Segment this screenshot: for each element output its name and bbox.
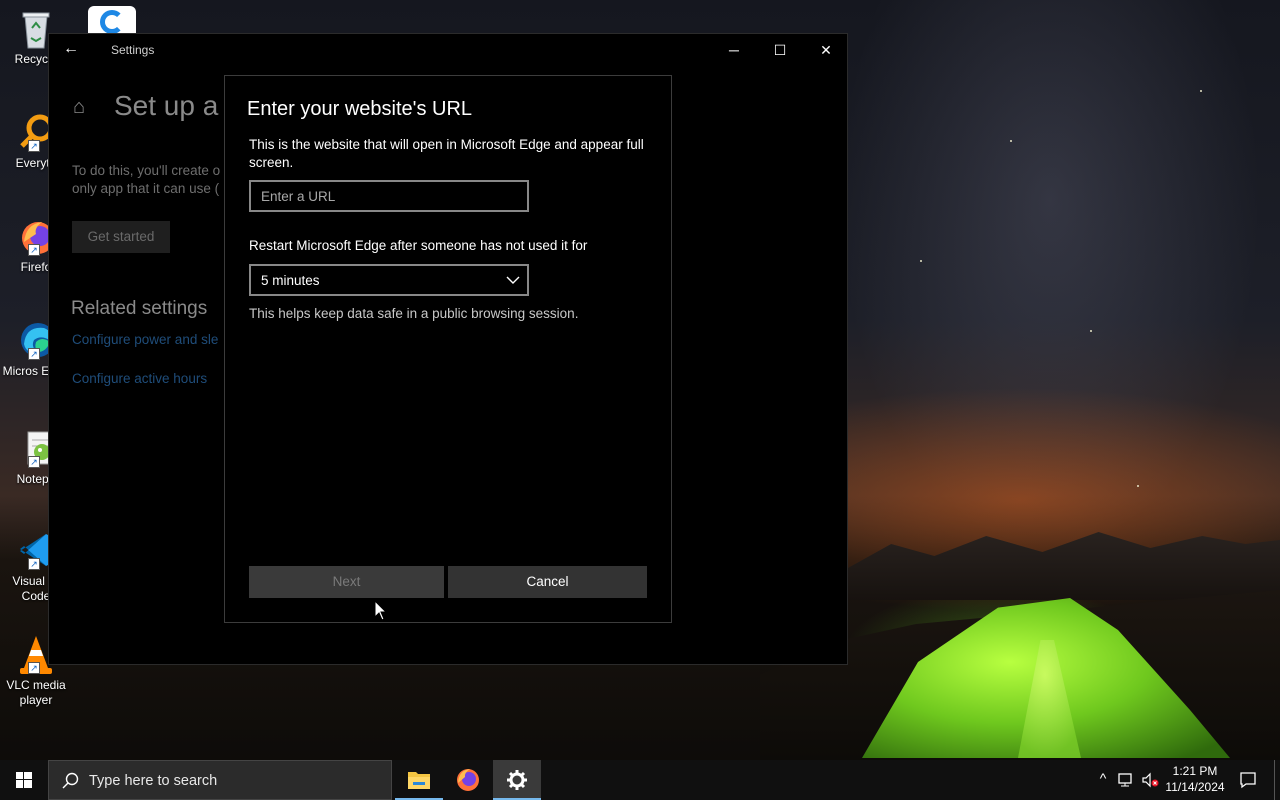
shortcut-arrow-icon: ↗ (28, 244, 40, 256)
wallpaper-star (1137, 485, 1139, 487)
taskbar-file-explorer[interactable] (395, 760, 443, 800)
restart-timeout-dropdown[interactable]: 5 minutes (249, 264, 529, 296)
desktop-icon-label: VLC media player (6, 678, 66, 707)
clock-time: 1:21 PM (1172, 764, 1218, 778)
network-icon[interactable] (1116, 770, 1136, 790)
file-explorer-icon (408, 772, 430, 789)
wallpaper-star (1010, 140, 1012, 142)
close-button[interactable]: ✕ (803, 34, 849, 66)
start-button[interactable] (0, 760, 48, 800)
window-title: Settings (111, 43, 155, 57)
configure-active-hours-link[interactable]: Configure active hours (72, 371, 207, 386)
url-input[interactable] (249, 180, 529, 212)
shortcut-arrow-icon: ↗ (28, 662, 40, 674)
taskbar-clock[interactable]: 1:21 PM 11/14/2024 (1160, 763, 1230, 795)
wallpaper-star (920, 260, 922, 262)
show-hidden-icons-chevron-up-icon[interactable]: ^ (1093, 770, 1113, 790)
taskbar-search-box[interactable]: Type here to search (48, 760, 392, 800)
mouse-cursor-icon (374, 600, 388, 621)
dialog-description: This is the website that will open in Mi… (249, 137, 644, 170)
shortcut-arrow-icon: ↗ (28, 140, 40, 152)
search-placeholder: Type here to search (89, 773, 218, 789)
volume-muted-icon[interactable] (1140, 770, 1160, 790)
wallpaper-star (1090, 330, 1092, 332)
kiosk-url-dialog: Enter your website's URL This is the web… (224, 75, 672, 623)
home-icon[interactable]: ⌂ (73, 96, 85, 119)
app-c-icon (100, 10, 124, 34)
taskbar-settings[interactable] (493, 760, 541, 800)
settings-titlebar: ← Settings ─ ☐ ✕ (49, 34, 847, 66)
action-center-notification-icon[interactable] (1238, 770, 1258, 790)
page-description-line: To do this, you'll create o (72, 163, 221, 178)
taskbar: Type here to search ^ 1:21 PM 11/14/2024 (0, 760, 1280, 800)
clock-date: 11/14/2024 (1165, 780, 1225, 794)
next-button[interactable]: Next (249, 566, 444, 598)
cancel-button[interactable]: Cancel (448, 566, 647, 598)
related-settings-heading: Related settings (71, 298, 208, 319)
wallpaper-star (1200, 90, 1202, 92)
firefox-icon (457, 769, 479, 791)
configure-power-link[interactable]: Configure power and sle (72, 332, 224, 347)
taskbar-firefox[interactable] (444, 760, 492, 800)
page-description: To do this, you'll create o only app tha… (72, 162, 232, 198)
dialog-title: Enter your website's URL (247, 98, 473, 120)
show-desktop-button[interactable] (1274, 760, 1280, 800)
get-started-button[interactable]: Get started (72, 221, 170, 253)
minimize-button[interactable]: ─ (711, 34, 757, 66)
help-text: This helps keep data safe in a public br… (249, 306, 579, 321)
shortcut-arrow-icon: ↗ (28, 456, 40, 468)
shortcut-arrow-icon: ↗ (28, 558, 40, 570)
shortcut-arrow-icon: ↗ (28, 348, 40, 360)
page-description-line: only app that it can use ( (72, 181, 220, 196)
maximize-button[interactable]: ☐ (757, 34, 803, 66)
desktop-icon-partial-app[interactable] (88, 6, 136, 34)
restart-timeout-value: 5 minutes (261, 273, 320, 288)
windows-logo-icon (16, 772, 32, 788)
page-title: Set up a k (114, 90, 241, 121)
restart-timeout-label: Restart Microsoft Edge after someone has… (249, 238, 588, 253)
search-icon (62, 772, 79, 789)
chevron-down-icon (506, 276, 520, 284)
back-arrow-icon[interactable]: ← (63, 40, 79, 58)
settings-gear-icon (507, 770, 527, 790)
